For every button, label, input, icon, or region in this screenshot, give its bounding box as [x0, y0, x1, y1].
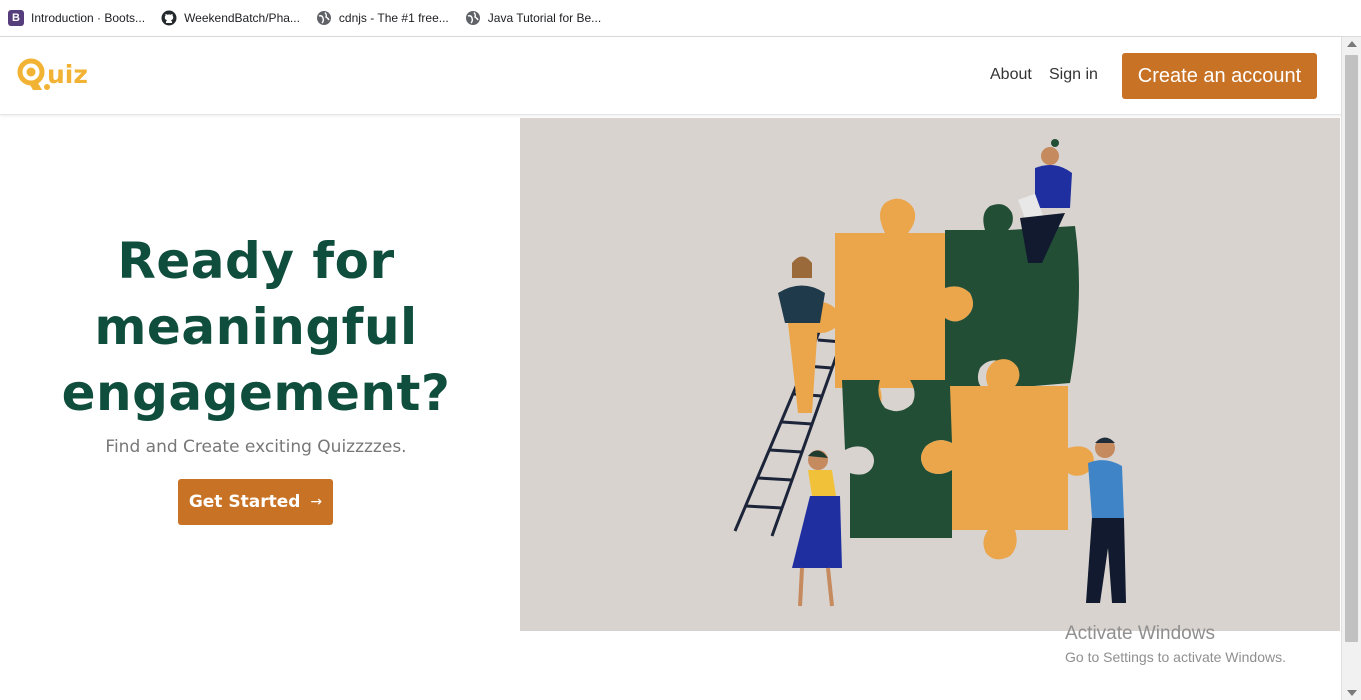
bookmark-cdnjs[interactable]: cdnjs - The #1 free...	[316, 10, 449, 26]
scroll-up-arrow-icon[interactable]	[1347, 41, 1357, 47]
bookmarks-bar: B Introduction · Boots... WeekendBatch/P…	[0, 0, 1361, 37]
bootstrap-icon: B	[8, 10, 24, 26]
arrow-right-icon: →	[310, 494, 323, 510]
globe-icon	[316, 10, 332, 26]
bookmark-bootstrap[interactable]: B Introduction · Boots...	[8, 10, 145, 26]
site-navbar: uiz About Sign in Create an account	[0, 37, 1341, 115]
windows-activation-watermark: Activate Windows Go to Settings to activ…	[1065, 623, 1286, 667]
bookmark-github[interactable]: WeekendBatch/Pha...	[161, 10, 300, 26]
person-illustration	[792, 450, 842, 607]
quiz-logo[interactable]: uiz	[16, 53, 108, 93]
page-scrollbar[interactable]	[1341, 37, 1361, 700]
nav-about-link[interactable]: About	[990, 66, 1032, 84]
bookmark-label: WeekendBatch/Pha...	[184, 11, 300, 25]
create-account-button[interactable]: Create an account	[1122, 53, 1317, 99]
hero-illustration	[520, 118, 1340, 631]
bookmark-label: Introduction · Boots...	[31, 11, 146, 25]
bookmark-java-tutorial[interactable]: Java Tutorial for Be...	[465, 10, 601, 26]
get-started-label: Get Started	[188, 492, 301, 512]
puzzle-illustration	[805, 198, 1094, 560]
hero-subline: Find and Create exciting Quizzzzes.	[105, 437, 407, 457]
watermark-subtitle: Go to Settings to activate Windows.	[1065, 649, 1286, 665]
get-started-button[interactable]: Get Started →	[178, 479, 333, 525]
bookmark-label: Java Tutorial for Be...	[487, 11, 602, 25]
logo-text: uiz	[47, 60, 88, 89]
github-icon	[161, 10, 177, 26]
bookmark-label: cdnjs - The #1 free...	[338, 11, 449, 25]
scroll-thumb[interactable]	[1345, 55, 1358, 642]
globe-icon	[465, 10, 481, 26]
nav-signin-link[interactable]: Sign in	[1049, 66, 1098, 84]
hero-headline: Ready for meaningful engagement?	[61, 232, 451, 422]
person-illustration	[1086, 437, 1126, 603]
scroll-down-arrow-icon[interactable]	[1347, 690, 1357, 696]
watermark-title: Activate Windows	[1065, 623, 1215, 644]
